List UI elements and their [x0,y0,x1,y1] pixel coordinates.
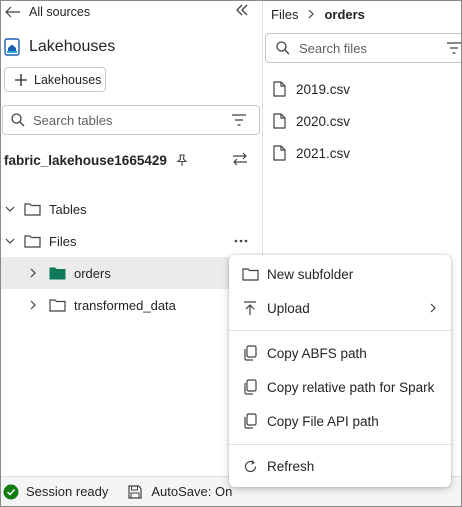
menu-item-label: Refresh [267,458,315,474]
pin-icon[interactable] [176,153,188,167]
lakehouse-icon [4,38,20,56]
folder-icon [24,234,41,248]
file-icon [273,145,286,161]
file-icon [273,113,286,129]
menu-item-label: New subfolder [267,266,354,282]
folder-filled-icon [49,266,66,280]
collapse-pane-icon[interactable] [235,4,249,16]
lakehouse-name-row: fabric_lakehouse1665429 [4,150,188,170]
chevron-down-icon [4,206,16,212]
breadcrumb-files[interactable]: Files [271,7,298,22]
search-tables-placeholder: Search tables [33,112,113,128]
file-item[interactable]: 2019.csv [273,79,350,99]
session-status: Session ready [26,484,109,499]
menu-item-label: Upload [267,300,310,316]
copy-icon [229,379,267,395]
chevron-down-icon [4,238,16,244]
menu-divider [229,330,451,331]
lakehouse-explorer-panel: All sources Lakehouses Lakehouses Search… [1,1,263,476]
more-options-icon[interactable] [234,239,248,243]
save-icon [128,484,142,499]
back-arrow-icon [5,6,21,18]
filter-icon[interactable] [231,114,247,126]
chevron-right-icon [29,300,37,310]
menu-item-copy-abfs-path[interactable]: Copy ABFS path [229,336,451,370]
menu-item-label: Copy relative path for Spark [267,379,435,395]
tree-item-files-label: Files [49,233,77,249]
plus-icon [14,73,28,87]
menu-item-refresh[interactable]: Refresh [229,449,451,483]
file-name: 2020.csv [296,113,351,129]
panel-header: Lakehouses [4,36,115,58]
lakehouse-name: fabric_lakehouse1665429 [4,152,167,168]
search-tables-input[interactable]: Search tables [2,105,260,135]
copy-icon [229,413,267,429]
refresh-icon [229,459,267,474]
file-name: 2021.csv [296,145,351,161]
back-link[interactable]: All sources [5,3,90,21]
chevron-right-icon [430,303,436,313]
tree-item-files[interactable]: Files [1,225,263,257]
tree-item-tables-label: Tables [49,201,87,217]
tree-item-tables[interactable]: Tables [1,193,263,225]
menu-item-new-subfolder[interactable]: New subfolder [229,257,451,291]
file-item[interactable]: 2021.csv [273,143,350,163]
chevron-right-icon [308,9,315,19]
tree-item-transformed-data-label: transformed_data [74,297,176,313]
filter-icon[interactable] [447,42,461,54]
switch-icon[interactable] [232,152,248,166]
add-lakehouse-label: Lakehouses [34,72,102,87]
check-circle-icon [3,484,19,500]
menu-item-copy-relative-path[interactable]: Copy relative path for Spark [229,370,451,404]
menu-item-label: Copy ABFS path [267,345,367,361]
file-icon [273,81,286,97]
search-files-placeholder: Search files [299,40,367,56]
chevron-right-icon [29,268,37,278]
upload-icon [229,300,267,316]
search-files-input[interactable]: Search files [265,33,461,63]
file-item[interactable]: 2020.csv [273,111,350,131]
back-link-label: All sources [29,5,91,19]
copy-icon [229,345,267,361]
menu-item-label: Copy File API path [267,413,379,429]
search-icon [276,41,290,55]
breadcrumb: Files orders [271,5,365,23]
menu-item-upload[interactable]: Upload [229,291,451,325]
panel-title: Lakehouses [29,38,116,55]
folder-icon [229,267,267,281]
folder-icon [49,298,66,312]
menu-divider [229,444,451,445]
tree-item-orders-label: orders [74,265,111,281]
folder-icon [24,202,41,216]
add-lakehouse-button[interactable]: Lakehouses [4,67,106,92]
tree-item-orders[interactable]: orders [1,257,263,289]
autosave-status[interactable]: AutoSave: On [151,484,232,499]
file-name: 2019.csv [296,81,351,97]
tree-item-transformed-data[interactable]: transformed_data [1,289,263,321]
search-icon [11,113,25,127]
breadcrumb-orders: orders [324,6,365,22]
context-menu: New subfolder Upload Copy ABFS path Copy… [229,255,451,487]
menu-item-copy-file-api-path[interactable]: Copy File API path [229,404,451,438]
